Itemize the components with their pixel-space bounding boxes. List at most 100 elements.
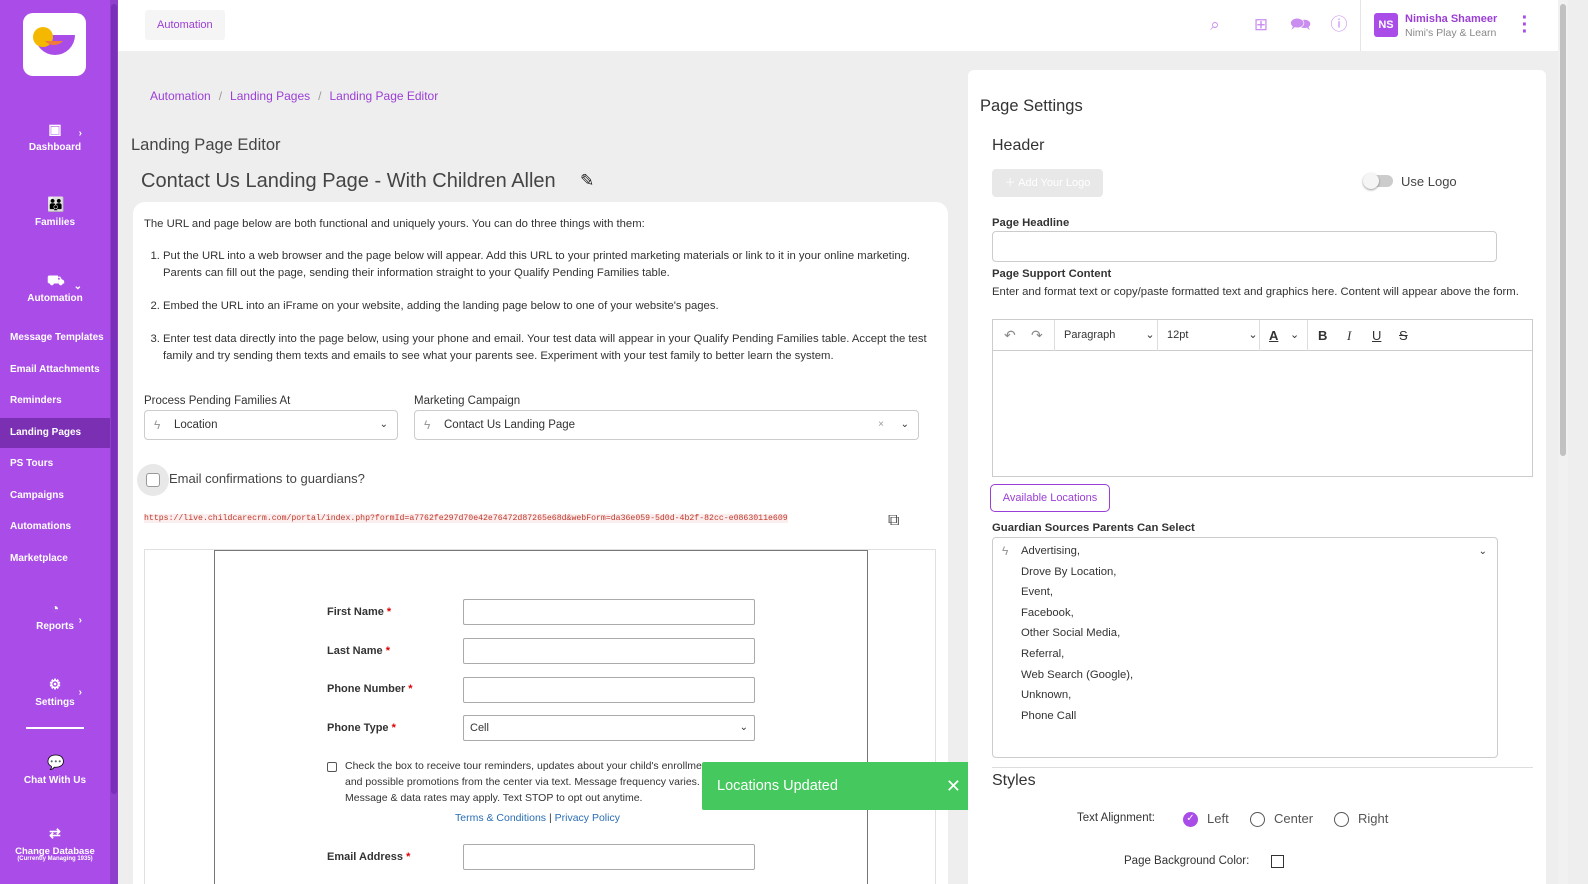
chevron-down-icon: ⌄ [379, 419, 388, 430]
align-left-radio[interactable]: ✓ [1183, 812, 1198, 827]
source-item[interactable]: Advertising, [1021, 543, 1133, 564]
process-value: Location [174, 419, 218, 431]
page-scrollbar[interactable] [1558, 0, 1568, 884]
messages-icon[interactable]: 🗪 [1290, 15, 1311, 35]
dashboard-icon: ▣ [48, 121, 62, 137]
styles-divider [992, 767, 1533, 768]
nav-automation[interactable]: ⛟ ⌄ Automation [0, 273, 110, 304]
phone-type-select[interactable]: Cell ⌄ [463, 715, 755, 741]
nav-chat-label: Chat With Us [23, 775, 87, 786]
italic-icon[interactable]: I [1347, 320, 1351, 351]
align-center-radio[interactable] [1250, 812, 1265, 827]
source-item[interactable]: Other Social Media, [1021, 625, 1133, 646]
clear-icon[interactable]: × [878, 411, 884, 439]
phone-number-input[interactable] [463, 677, 755, 703]
breadcrumb-landing-pages[interactable]: Landing Pages [230, 89, 310, 103]
bolt-icon: ϟ [154, 418, 161, 432]
nav-message-templates[interactable]: Message Templates [0, 323, 110, 353]
undo-icon[interactable]: ↶ [1004, 320, 1016, 351]
campaign-select[interactable]: ϟ Contact Us Landing Page × ⌄ [414, 410, 919, 440]
sms-consent-checkbox[interactable] [327, 762, 337, 772]
nav-email-attachments[interactable]: Email Attachments [0, 355, 110, 385]
app-logo[interactable] [23, 13, 86, 76]
guardian-sources-select[interactable]: ϟ ⌄ Advertising, Drove By Location, Even… [992, 537, 1498, 758]
underline-icon[interactable]: U [1372, 320, 1381, 351]
nav-dashboard[interactable]: ▣ › Dashboard [0, 122, 110, 153]
use-logo-toggle[interactable] [1363, 173, 1393, 189]
source-item[interactable]: Web Search (Google), [1021, 667, 1133, 688]
instruction-item: Put the URL into a web browser and the p… [163, 248, 935, 282]
terms-link[interactable]: Terms & Conditions [455, 812, 546, 824]
close-icon[interactable]: ✕ [946, 762, 961, 810]
chevron-right-icon: › [78, 128, 82, 139]
source-item[interactable]: Drove By Location, [1021, 564, 1133, 585]
nav-dashboard-label: Dashboard [28, 142, 82, 153]
nav-settings[interactable]: ⚙ › Settings [0, 677, 110, 708]
form-preview: First Name * Last Name * Phone Number * … [144, 549, 936, 884]
page-title: Landing Page Editor [131, 136, 281, 154]
chevron-down-icon: ⌄ [1478, 546, 1487, 557]
rich-text-editor[interactable]: ↶ ↷ Paragraph ⌄ 12pt ⌄ A ⌄ B I U S [992, 319, 1533, 477]
phone-type-label: Phone Type * [327, 722, 396, 734]
text-color-icon[interactable]: A [1269, 320, 1278, 351]
more-menu-icon[interactable]: · · · [1521, 8, 1529, 42]
block-format-select[interactable]: Paragraph ⌄ [1064, 320, 1155, 351]
chevron-down-icon[interactable]: ⌄ [1290, 320, 1299, 351]
font-size-select[interactable]: 12pt ⌄ [1167, 320, 1258, 351]
source-item[interactable]: Referral, [1021, 646, 1133, 667]
top-bar: Automation ⌕ ⊞ 🗪 ⓘ NS Nimisha Shameer Ni… [118, 0, 1558, 51]
email-input[interactable] [463, 844, 755, 870]
phone-number-label: Phone Number * [327, 683, 413, 695]
avatar[interactable]: NS [1374, 13, 1398, 37]
nav-automations[interactable]: Automations [0, 512, 110, 542]
source-item[interactable]: Facebook, [1021, 605, 1133, 626]
nav-families[interactable]: 👪 Families [0, 197, 110, 228]
chevron-down-icon: ⌄ [900, 419, 909, 430]
copy-icon[interactable]: ⧉ [888, 512, 899, 530]
add-icon[interactable]: ⊞ [1251, 15, 1271, 35]
nav-ps-tours[interactable]: PS Tours [0, 449, 110, 479]
chevron-right-icon: › [78, 687, 82, 698]
pencil-icon[interactable]: ✎ [580, 171, 594, 191]
gear-icon: ⚙ [48, 676, 62, 692]
breadcrumb-landing-page-editor[interactable]: Landing Page Editor [329, 89, 438, 103]
nav-campaigns[interactable]: Campaigns [0, 481, 110, 511]
info-icon[interactable]: ⓘ [1329, 15, 1349, 35]
nav-marketplace[interactable]: Marketplace [0, 544, 110, 574]
privacy-link[interactable]: Privacy Policy [555, 812, 620, 824]
campaign-value: Contact Us Landing Page [444, 419, 576, 431]
redo-icon[interactable]: ↷ [1031, 320, 1043, 351]
pie-chart-icon: ◔ [50, 600, 60, 616]
sidebar-scrollbar[interactable] [110, 0, 118, 884]
bolt-icon: ϟ [1002, 544, 1009, 558]
strikethrough-icon[interactable]: S [1399, 320, 1408, 351]
landing-page-url[interactable]: https://live.childcarecrm.com/portal/ind… [144, 514, 788, 523]
nav-reminders[interactable]: Reminders [0, 386, 110, 416]
bg-color-swatch[interactable] [1271, 855, 1284, 868]
available-locations-button[interactable]: Available Locations [990, 484, 1110, 512]
nav-reports-label: Reports [36, 621, 74, 632]
user-name[interactable]: Nimisha Shameer [1405, 13, 1497, 25]
top-tab-automation[interactable]: Automation [145, 10, 225, 40]
source-item[interactable]: Phone Call [1021, 708, 1133, 729]
bold-icon[interactable]: B [1318, 320, 1327, 351]
automation-icon: ⛟ [47, 272, 65, 288]
instruction-item: Enter test data directly into the page b… [163, 331, 935, 365]
first-name-input[interactable] [463, 599, 755, 625]
search-icon[interactable]: ⌕ [1205, 15, 1225, 35]
email-confirm-checkbox[interactable] [137, 464, 169, 496]
source-item[interactable]: Event, [1021, 584, 1133, 605]
process-select[interactable]: ϟ Location ⌄ [144, 410, 398, 440]
source-item[interactable]: Unknown, [1021, 687, 1133, 708]
breadcrumb-automation[interactable]: Automation [150, 89, 211, 103]
last-name-input[interactable] [463, 638, 755, 664]
nav-chat[interactable]: 💬 Chat With Us [0, 755, 110, 786]
nav-reports[interactable]: ◔ › Reports [0, 601, 110, 632]
add-logo-button[interactable]: ＋ Add Your Logo [992, 169, 1103, 197]
align-right-radio[interactable] [1334, 812, 1349, 827]
page-headline-input[interactable] [992, 231, 1497, 262]
swap-icon: ⇄ [49, 825, 61, 841]
nav-landing-pages[interactable]: Landing Pages [0, 418, 110, 448]
legal-links: Terms & Conditions | Privacy Policy [455, 812, 620, 824]
nav-change-database[interactable]: ⇄ Change Database (Currently Managing 19… [0, 826, 110, 862]
